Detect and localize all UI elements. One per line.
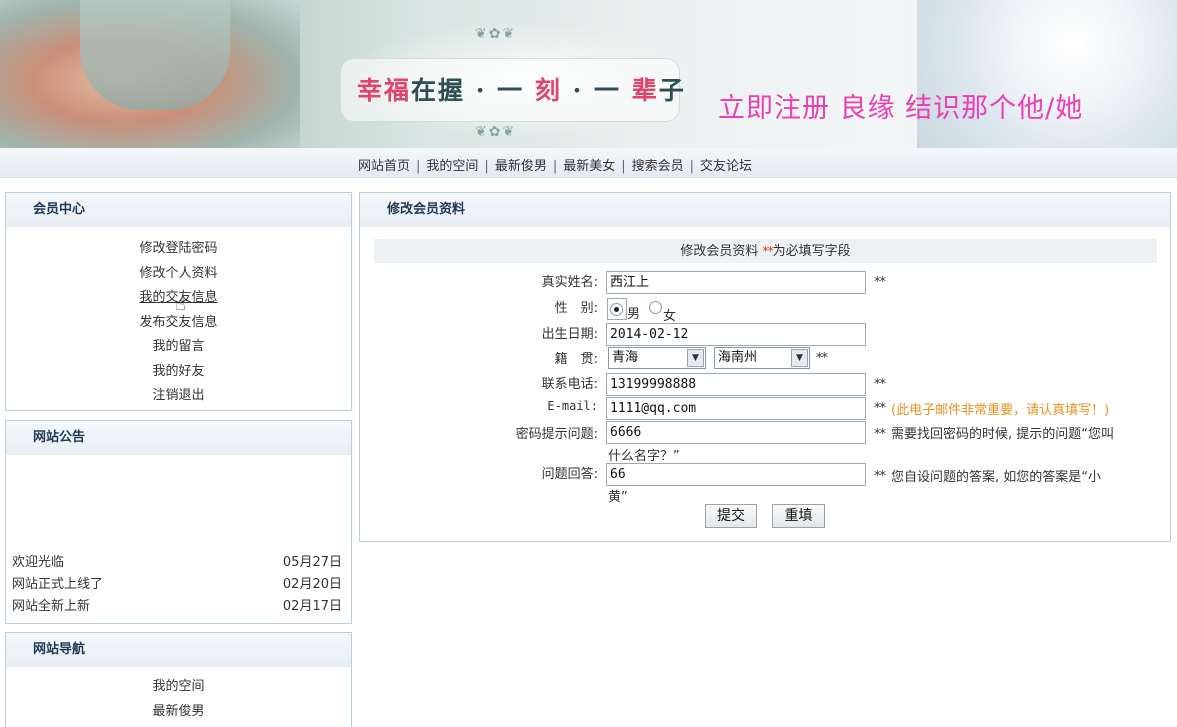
phone-input[interactable]: 13199998888 (606, 373, 866, 396)
form-title: 修改会员资料 **为必填写字段 (374, 239, 1157, 263)
answer-note: 您自设问题的答案, 如您的答案是“小 (891, 470, 1101, 485)
list-item[interactable]: 欢迎光临 05月27日 (12, 552, 342, 574)
answer-input[interactable]: 66 (606, 463, 866, 486)
menu-logout[interactable]: 注销退出 (152, 388, 204, 403)
register-link[interactable]: 立即注册 良缘 结识那个他/她 (718, 86, 1083, 125)
announcement-list: 欢迎光临 05月27日 网站正式上线了 02月20日 网站全新上新 02月17日 (12, 552, 342, 618)
email-note: (此电子邮件非常重要，请认真填写！) (891, 403, 1110, 418)
nav-forum[interactable]: 交友论坛 (700, 159, 752, 174)
panel-title: 网站导航 (6, 633, 351, 667)
real-name-input[interactable]: 西江上 (606, 271, 866, 294)
menu-my-messages[interactable]: 我的留言 (152, 339, 204, 354)
question-note-cont: 什么名字？” (608, 449, 680, 464)
panel-title: 会员中心 (6, 193, 351, 227)
answer-note-cont: 黄” (608, 490, 628, 505)
top-nav: 网站首页 | 我的空间 | 最新俊男 | 最新美女 | 搜索会员 | 交友论坛 (0, 148, 1177, 178)
password-question-input[interactable]: 6666 (606, 421, 866, 444)
gender-female-radio[interactable] (649, 301, 662, 314)
hand-cursor-icon: ☝ (175, 294, 186, 315)
gender-label: 性 别: (554, 301, 598, 316)
list-item[interactable]: 网站全新上新 02月17日 (12, 596, 342, 618)
site-nav-my-space[interactable]: 我的空间 (152, 679, 204, 694)
nav-latest-women[interactable]: 最新美女 (563, 159, 615, 174)
menu-change-password[interactable]: 修改登陆密码 (139, 241, 217, 256)
chevron-down-icon: ▼ (687, 349, 704, 367)
site-nav-panel: 网站导航 我的空间 最新俊男 (5, 632, 352, 727)
banner-cup-image (80, 0, 230, 110)
phone-label: 联系电话: (541, 377, 598, 392)
list-item[interactable]: 网站正式上线了 02月20日 (12, 574, 342, 596)
gender-female-label: 女 (663, 309, 677, 324)
nav-my-space[interactable]: 我的空间 (426, 159, 478, 174)
edit-profile-panel: 修改会员资料 修改会员资料 **为必填写字段 真实姓名: 西江上 ** 性 别:… (359, 192, 1171, 542)
city-select[interactable]: 海南州 ▼ (714, 347, 810, 369)
birth-date-input[interactable]: 2014-02-12 (606, 323, 866, 346)
email-input[interactable]: 1111@qq.com (606, 397, 866, 420)
nav-search-members[interactable]: 搜索会员 (632, 159, 684, 174)
banner-flowers-image (917, 0, 1177, 148)
birth-label: 出生日期: (541, 327, 598, 342)
nav-home[interactable]: 网站首页 (358, 159, 410, 174)
gender-male-label: 男 (627, 307, 641, 322)
question-label: 密码提示问题: (515, 427, 598, 442)
panel-title: 网站公告 (6, 421, 351, 455)
site-nav-latest-men[interactable]: 最新俊男 (152, 704, 204, 719)
chevron-down-icon: ▼ (791, 349, 808, 367)
menu-publish-dating-info[interactable]: 发布交友信息 (139, 315, 217, 330)
ornament-icon: ❦✿❦ (475, 124, 517, 140)
submit-button[interactable]: 提交 (705, 504, 757, 528)
banner-slogan: 幸福在握 · 一 刻 · 一 辈子 (357, 76, 686, 105)
native-label: 籍 贯: (554, 352, 598, 367)
header-banner: ❦✿❦ ❦✿❦ 幸福在握 · 一 刻 · 一 辈子 立即注册 良缘 结识那个他/… (0, 0, 1177, 148)
province-select[interactable]: 青海 ▼ (608, 347, 706, 369)
menu-edit-profile[interactable]: 修改个人资料 (139, 266, 217, 281)
email-label: E-mail: (547, 399, 598, 413)
question-note: 需要找回密码的时候, 提示的问题“您叫 (891, 427, 1114, 442)
nav-latest-men[interactable]: 最新俊男 (495, 159, 547, 174)
answer-label: 问题回答: (541, 467, 598, 482)
name-label: 真实姓名: (541, 275, 598, 290)
reset-button[interactable]: 重填 (772, 504, 825, 528)
ornament-icon: ❦✿❦ (475, 26, 517, 42)
announcement-panel: 网站公告 欢迎光临 05月27日 网站正式上线了 02月20日 网站全新上新 02月1… (5, 420, 352, 624)
menu-my-friends[interactable]: 我的好友 (152, 364, 204, 379)
panel-title: 修改会员资料 (360, 193, 1170, 227)
gender-male-radio[interactable] (610, 303, 623, 316)
